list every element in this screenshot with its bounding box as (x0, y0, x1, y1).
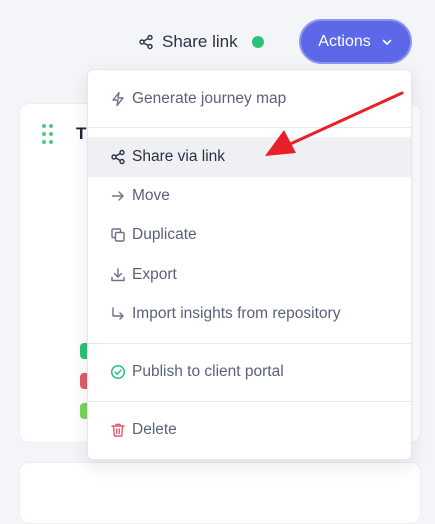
menu-item-label: Move (132, 187, 170, 204)
copy-icon (110, 227, 126, 243)
actions-dropdown-menu: Generate journey map Share via link Move… (87, 69, 412, 460)
check-circle-icon (110, 364, 126, 380)
menu-item-label: Generate journey map (132, 90, 287, 107)
corner-down-right-icon (110, 306, 126, 322)
menu-item-share-via-link[interactable]: Share via link (88, 137, 411, 177)
share-status-dot (251, 36, 264, 48)
card-title: T (76, 124, 87, 143)
menu-item-import-insights[interactable]: Import insights from repository (88, 294, 411, 334)
menu-item-publish-client-portal[interactable]: Publish to client portal (88, 352, 411, 392)
bolt-icon (110, 91, 126, 107)
menu-item-export[interactable]: Export (88, 255, 411, 295)
journey-card-secondary[interactable] (19, 462, 421, 524)
actions-button[interactable]: Actions (299, 19, 412, 64)
menu-divider (88, 127, 411, 128)
menu-item-label: Publish to client portal (132, 363, 284, 380)
menu-item-delete[interactable]: Delete (88, 410, 411, 450)
share-icon (138, 34, 154, 50)
menu-item-label: Duplicate (132, 226, 197, 243)
menu-item-label: Share via link (132, 148, 226, 165)
menu-item-label: Delete (132, 421, 177, 438)
menu-item-label: Export (132, 266, 177, 283)
share-link-button[interactable]: Share link (138, 30, 264, 54)
share-icon (110, 149, 126, 165)
trash-icon (110, 422, 126, 438)
menu-divider (88, 343, 411, 344)
drag-handle-icon[interactable] (42, 124, 56, 148)
chevron-down-icon (381, 36, 393, 48)
menu-item-generate-journey-map[interactable]: Generate journey map (88, 79, 411, 119)
arrow-right-icon (110, 188, 126, 204)
download-icon (110, 267, 126, 283)
menu-item-duplicate[interactable]: Duplicate (88, 215, 411, 255)
actions-label: Actions (318, 32, 371, 50)
menu-item-label: Import insights from repository (132, 305, 341, 322)
share-link-label: Share link (162, 32, 238, 51)
menu-divider (88, 401, 411, 402)
menu-item-move[interactable]: Move (88, 176, 411, 216)
